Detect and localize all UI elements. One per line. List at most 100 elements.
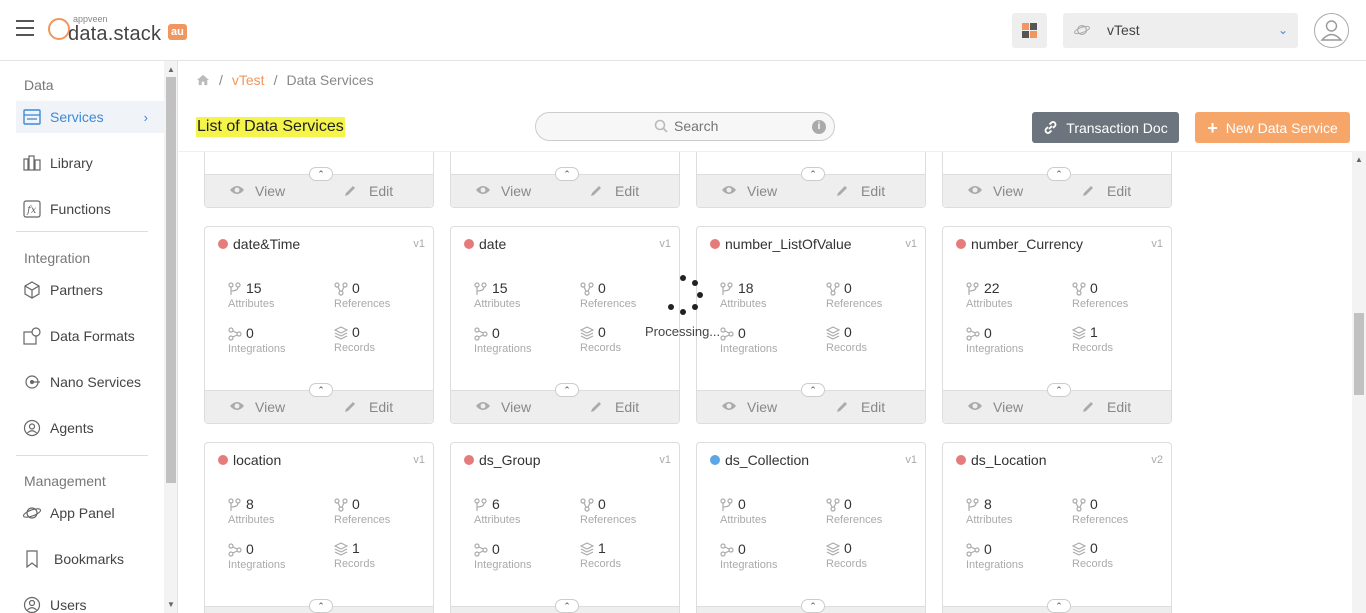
records-icon [579, 326, 595, 340]
sidebar-item-bookmarks[interactable]: Bookmarks [16, 543, 164, 575]
records-stat-label: Records [826, 342, 867, 354]
data-service-card[interactable]: ds_Collection v1 0 Attributes 0 References 0 In… [696, 442, 926, 613]
service-name[interactable]: location [233, 452, 281, 468]
sidebar-scroll-thumb[interactable] [166, 77, 176, 483]
chevron-up-icon[interactable]: ⌃ [555, 167, 579, 181]
chevron-up-icon[interactable]: ⌃ [1047, 383, 1071, 397]
service-name[interactable]: ds_Location [971, 452, 1047, 468]
service-version: v1 [659, 454, 671, 466]
service-name[interactable]: date&Time [233, 236, 300, 252]
edit-button[interactable]: Edit [343, 399, 393, 415]
service-name[interactable]: date [479, 236, 506, 252]
service-name[interactable]: number_ListOfValue [725, 236, 852, 252]
chevron-up-icon[interactable]: ⌃ [801, 599, 825, 613]
sidebar-item-nano-services[interactable]: Nano Services [16, 366, 164, 398]
data-service-card[interactable]: ⌃ View Edit [696, 152, 926, 208]
main-scroll-thumb[interactable] [1354, 313, 1364, 395]
new-data-service-button[interactable]: + New Data Service [1195, 112, 1350, 143]
integrations-icon [720, 327, 734, 341]
sidebar-item-app-panel[interactable]: App Panel [16, 497, 164, 529]
view-button[interactable]: View [721, 399, 777, 415]
sidebar-scrollbar[interactable]: ▲ ▼ [164, 61, 177, 613]
sidebar-item-label: Users [50, 597, 87, 613]
edit-button[interactable]: Edit [1081, 183, 1131, 199]
data-service-card[interactable]: ⌃ View Edit [450, 152, 680, 208]
service-version: v1 [413, 454, 425, 466]
data-service-card[interactable]: ⌃ View Edit [942, 152, 1172, 208]
users-icon [22, 595, 42, 613]
breadcrumb-separator: / [273, 72, 278, 88]
apps-grid-button[interactable] [1012, 13, 1047, 48]
integrations-stat-label: Integrations [966, 559, 1024, 571]
partners-icon [22, 280, 42, 300]
scroll-up-arrow-icon[interactable]: ▲ [167, 65, 175, 74]
app-selector[interactable]: vTest ⌄ [1063, 13, 1298, 48]
service-name[interactable]: number_Currency [971, 236, 1083, 252]
references-stat-label: References [1072, 514, 1129, 526]
references-stat-label: References [826, 298, 883, 310]
chevron-up-icon[interactable]: ⌃ [1047, 167, 1071, 181]
search-box[interactable]: i [535, 112, 835, 141]
status-dot [956, 455, 966, 465]
edit-button[interactable]: Edit [589, 183, 639, 199]
breadcrumb-app-link[interactable]: vTest [232, 72, 265, 88]
chevron-up-icon[interactable]: ⌃ [555, 383, 579, 397]
edit-label: Edit [1107, 183, 1132, 199]
data-service-card[interactable]: number_ListOfValue v1 18 Attributes 0 Referen… [696, 226, 926, 424]
scroll-down-arrow-icon[interactable]: ▼ [167, 600, 175, 609]
chevron-up-icon[interactable]: ⌃ [309, 383, 333, 397]
service-name[interactable]: ds_Group [479, 452, 540, 468]
chevron-up-icon[interactable]: ⌃ [309, 599, 333, 613]
sidebar-item-data-formats[interactable]: Data Formats [16, 320, 164, 352]
edit-button[interactable]: Edit [835, 183, 885, 199]
search-input[interactable] [674, 118, 794, 134]
attributes-icon [720, 498, 734, 512]
references-icon [580, 498, 594, 512]
view-button[interactable]: View [967, 183, 1023, 199]
sidebar-item-partners[interactable]: Partners [16, 274, 164, 306]
scroll-up-arrow-icon[interactable]: ▲ [1355, 155, 1363, 164]
edit-button[interactable]: Edit [589, 399, 639, 415]
chevron-up-icon[interactable]: ⌃ [1047, 599, 1071, 613]
sidebar-item-functions[interactable]: fx Functions [16, 193, 164, 225]
view-button[interactable]: View [721, 183, 777, 199]
view-button[interactable]: View [475, 399, 531, 415]
chevron-up-icon[interactable]: ⌃ [555, 599, 579, 613]
data-service-card[interactable]: number_Currency v1 22 Attributes 0 References… [942, 226, 1172, 424]
transaction-doc-button[interactable]: Transaction Doc [1032, 112, 1179, 143]
data-service-card[interactable]: ds_Location v2 8 Attributes 0 References 0 Inte… [942, 442, 1172, 613]
view-button[interactable]: View [967, 399, 1023, 415]
user-avatar[interactable] [1314, 13, 1349, 48]
edit-button[interactable]: Edit [343, 183, 393, 199]
sidebar-item-library[interactable]: Library [16, 147, 164, 179]
edit-button[interactable]: Edit [835, 399, 885, 415]
data-service-card[interactable]: location v1 8 Attributes 0 References 0 Integra… [204, 442, 434, 613]
link-icon [1044, 121, 1057, 134]
chevron-up-icon[interactable]: ⌃ [309, 167, 333, 181]
view-button[interactable]: View [475, 183, 531, 199]
service-name[interactable]: ds_Collection [725, 452, 809, 468]
data-service-card[interactable]: ⌃ View Edit [204, 152, 434, 208]
sidebar-item-label: Agents [50, 420, 94, 436]
sidebar-item-agents[interactable]: Agents [16, 412, 164, 444]
info-icon[interactable]: i [812, 120, 826, 134]
references-stat-label: References [1072, 298, 1129, 310]
chevron-up-icon[interactable]: ⌃ [801, 383, 825, 397]
home-icon[interactable] [196, 74, 210, 86]
chevron-up-icon[interactable]: ⌃ [801, 167, 825, 181]
records-stat-label: Records [1072, 342, 1113, 354]
status-dot [464, 239, 474, 249]
attributes-icon [228, 498, 242, 512]
data-service-card[interactable]: date&Time v1 15 Attributes 0 References 0 Integ… [204, 226, 434, 424]
main-scrollbar[interactable]: ▲ [1352, 151, 1366, 613]
nano-services-icon [22, 372, 42, 392]
view-button[interactable]: View [229, 183, 285, 199]
edit-button[interactable]: Edit [1081, 399, 1131, 415]
view-button[interactable]: View [229, 399, 285, 415]
references-icon [1072, 282, 1086, 296]
sidebar-item-services[interactable]: Services › [16, 101, 164, 133]
data-service-card[interactable]: ds_Group v1 6 Attributes 0 References 0 Integra… [450, 442, 680, 613]
hamburger-menu-icon[interactable] [16, 20, 34, 36]
attributes-stat-label: Attributes [228, 514, 275, 526]
sidebar-item-users[interactable]: Users [16, 589, 164, 613]
